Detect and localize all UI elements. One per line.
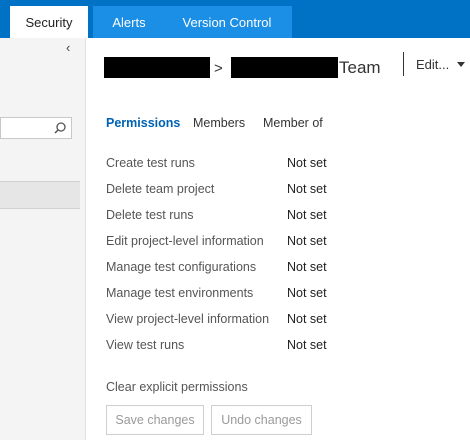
permission-row: View project-level information Not set bbox=[106, 312, 436, 330]
tab-version-control[interactable]: Version Control bbox=[162, 6, 292, 38]
subtab-member-of[interactable]: Member of bbox=[263, 116, 323, 130]
save-changes-button[interactable]: Save changes bbox=[106, 405, 204, 435]
header-divider bbox=[403, 52, 404, 76]
selected-group-row[interactable] bbox=[0, 181, 80, 209]
permission-name: View test runs bbox=[106, 338, 185, 352]
tab-bar: Security Alerts Version Control bbox=[0, 0, 470, 38]
chevron-down-icon bbox=[457, 62, 466, 67]
clear-explicit-permissions-link[interactable]: Clear explicit permissions bbox=[106, 380, 248, 394]
permission-value[interactable]: Not set bbox=[287, 208, 327, 222]
tab-security[interactable]: Security bbox=[10, 6, 88, 38]
subtab-members[interactable]: Members bbox=[193, 116, 245, 130]
permission-value[interactable]: Not set bbox=[287, 182, 327, 196]
undo-changes-button[interactable]: Undo changes bbox=[211, 405, 312, 435]
chevron-left-icon[interactable]: ‹ bbox=[66, 41, 78, 55]
permission-value[interactable]: Not set bbox=[287, 286, 327, 300]
tab-alerts[interactable]: Alerts bbox=[93, 6, 165, 38]
redacted-project-name bbox=[104, 57, 210, 78]
redacted-team-name bbox=[231, 57, 338, 78]
permission-row: Edit project-level information Not set bbox=[106, 234, 436, 252]
security-page: Security Alerts Version Control ‹ > Team… bbox=[0, 0, 470, 440]
permission-name: Edit project-level information bbox=[106, 234, 264, 248]
permission-row: Create test runs Not set bbox=[106, 156, 436, 174]
search-input[interactable] bbox=[0, 117, 72, 139]
permission-row: Manage test configurations Not set bbox=[106, 260, 436, 278]
permission-name: Manage test environments bbox=[106, 286, 254, 300]
permission-row: Manage test environments Not set bbox=[106, 286, 436, 304]
permission-name: Delete test runs bbox=[106, 208, 194, 222]
permission-value[interactable]: Not set bbox=[287, 156, 327, 170]
left-pane: ‹ bbox=[0, 38, 86, 440]
edit-label: Edit... bbox=[416, 57, 450, 72]
permission-name: Delete team project bbox=[106, 182, 215, 196]
breadcrumb-team-label: Team bbox=[339, 58, 381, 77]
permission-row: View test runs Not set bbox=[106, 338, 436, 356]
permission-name: Create test runs bbox=[106, 156, 195, 170]
permission-row: Delete team project Not set bbox=[106, 182, 436, 200]
permission-name: View project-level information bbox=[106, 312, 270, 326]
permission-value[interactable]: Not set bbox=[287, 234, 327, 248]
subtab-permissions[interactable]: Permissions bbox=[106, 116, 180, 130]
permission-value[interactable]: Not set bbox=[287, 338, 327, 352]
breadcrumb-separator: > bbox=[214, 60, 223, 77]
permission-row: Delete test runs Not set bbox=[106, 208, 436, 226]
permission-value[interactable]: Not set bbox=[287, 260, 327, 274]
edit-menu-button[interactable]: Edit... bbox=[416, 57, 466, 72]
permission-name: Manage test configurations bbox=[106, 260, 257, 274]
search-icon[interactable] bbox=[53, 121, 67, 135]
permission-value[interactable]: Not set bbox=[287, 312, 327, 326]
